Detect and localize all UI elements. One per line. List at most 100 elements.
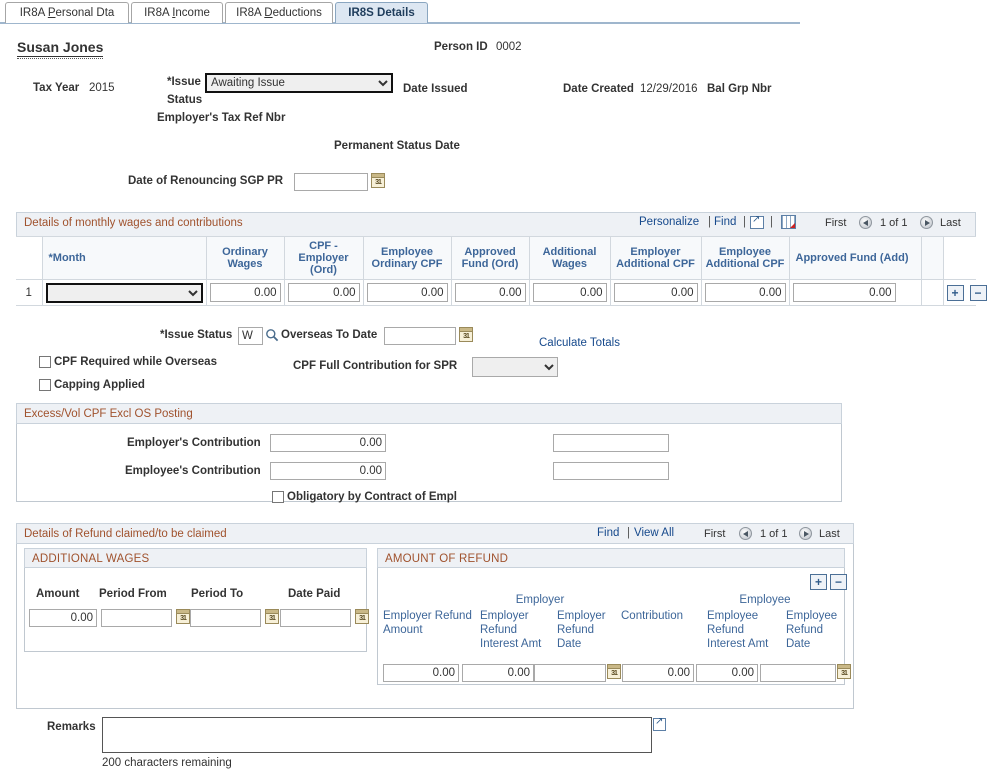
amount-of-refund-caption: AMOUNT OF REFUND <box>377 548 845 568</box>
tab-ir8a-income[interactable]: IR8A Income <box>131 2 223 23</box>
remarks-label: Remarks <box>47 721 96 733</box>
employer-refund-amount-input[interactable] <box>383 664 459 682</box>
employee-refund-date-input[interactable] <box>760 664 836 682</box>
monthly-table-header-row: *Month Ordinary Wages CPF - Employer (Or… <box>16 236 976 280</box>
grid-download-icon[interactable] <box>781 215 796 229</box>
col-ordinary-wages: Ordinary Wages <box>205 236 285 280</box>
employer-contribution-input[interactable] <box>270 434 386 452</box>
refund-prev-arrow[interactable] <box>739 527 752 540</box>
refund-view-all-link[interactable]: View All <box>634 527 674 539</box>
calendar-icon-period-from[interactable]: 31 <box>176 609 190 624</box>
employee-additional-cpf-input[interactable] <box>704 283 786 302</box>
employee-ordinary-cpf-input[interactable] <box>366 283 448 302</box>
overseas-to-date-input[interactable] <box>384 327 456 345</box>
person-name-text: Susan Jones <box>17 39 104 55</box>
employee-contribution-extra-input[interactable] <box>553 462 669 480</box>
remarks-textarea[interactable] <box>102 717 652 753</box>
issue-status-label-2: Status <box>167 94 203 106</box>
separator-1: | <box>708 216 711 228</box>
refund-section-caption: Details of Refund claimed/to be claimed <box>16 523 854 544</box>
tab-ir8a-personal-dta[interactable]: IR8A Personal Dta <box>5 2 129 23</box>
grid-last-label[interactable]: Last <box>940 217 961 229</box>
find-link[interactable]: Find <box>714 216 736 228</box>
refund-first-label[interactable]: First <box>704 528 725 540</box>
employer-contribution-extra-input[interactable] <box>553 434 669 452</box>
refund-find-link[interactable]: Find <box>597 527 619 539</box>
grid-first-label[interactable]: First <box>825 217 846 229</box>
person-name-link[interactable]: Susan Jones <box>17 39 104 59</box>
refund-last-label[interactable]: Last <box>819 528 840 540</box>
month-select[interactable] <box>45 282 203 303</box>
calculate-totals-link[interactable]: Calculate Totals <box>539 337 620 349</box>
cpf-required-overseas-label: CPF Required while Overseas <box>54 356 217 368</box>
calendar-icon-period-to[interactable]: 31 <box>265 609 279 624</box>
calendar-icon-date-paid[interactable]: 31 <box>355 609 369 624</box>
refund-page-indicator: 1 of 1 <box>760 528 788 540</box>
aw-period-from-input[interactable] <box>101 609 172 627</box>
aw-period-to-input[interactable] <box>190 609 261 627</box>
cpf-employer-ord-input[interactable] <box>287 283 360 302</box>
tab-ir8a-deductions[interactable]: IR8A Deductions <box>225 2 333 23</box>
expand-icon[interactable] <box>750 214 764 229</box>
calendar-icon-date-renouncing[interactable]: 31 <box>371 173 385 188</box>
refund-col-employee-refund-interest-amt: Employee Refund Interest Amt <box>707 610 769 650</box>
col-spacer <box>920 236 944 280</box>
aw-date-paid-input[interactable] <box>280 609 351 627</box>
refund-group-employee: Employee <box>739 594 791 606</box>
employer-refund-date-input[interactable] <box>534 664 606 682</box>
personalize-link[interactable]: Personalize <box>639 216 699 228</box>
cell-approved-fund-ord <box>450 279 530 306</box>
cell-employer-additional-cpf <box>609 279 702 306</box>
employee-contribution-input[interactable] <box>270 462 386 480</box>
col-employee-additional-cpf: Employee Additional CPF <box>700 236 790 280</box>
monthly-wages-table: *Month Ordinary Wages CPF - Employer (Or… <box>16 236 987 306</box>
cell-approved-fund-add <box>788 279 922 306</box>
ir8s-details-page: IR8A Personal Dta IR8A Income IR8A Deduc… <box>0 0 987 778</box>
issue-status-code-input[interactable] <box>238 327 263 345</box>
tab-bar: IR8A Personal Dta IR8A Income IR8A Deduc… <box>0 0 987 24</box>
grid-page-indicator: 1 of 1 <box>880 217 908 229</box>
approved-fund-add-input[interactable] <box>792 283 896 302</box>
person-id-label: Person ID <box>434 41 488 53</box>
separator-2: | <box>743 216 746 228</box>
magnifier-icon[interactable] <box>265 328 279 342</box>
add-row-button[interactable]: + <box>946 284 964 301</box>
additional-wages-input[interactable] <box>532 283 607 302</box>
refund-next-arrow[interactable] <box>799 527 812 540</box>
capping-applied-checkbox[interactable] <box>39 379 51 391</box>
grid-prev-arrow[interactable] <box>859 216 872 229</box>
employer-contribution-label: Employer's Contribution <box>127 437 261 449</box>
tab-ir8s-details[interactable]: IR8S Details <box>335 2 428 23</box>
calendar-icon-overseas-to-date[interactable]: 31 <box>459 327 473 342</box>
refund-delete-row-button[interactable]: − <box>830 574 847 590</box>
obligatory-contract-checkbox[interactable] <box>272 491 284 503</box>
employer-refund-interest-amt-input[interactable] <box>462 664 534 682</box>
refund-col-employer-refund-amount: Employer Refund Amount <box>383 610 472 636</box>
remarks-expand-icon[interactable] <box>653 716 666 731</box>
overseas-to-date-label: Overseas To Date <box>281 329 378 341</box>
approved-fund-ord-input[interactable] <box>454 283 526 302</box>
tab-label: IR8S Details <box>348 7 415 19</box>
col-approved-fund-ord: Approved Fund (Ord) <box>450 236 530 280</box>
grid-next-arrow[interactable] <box>920 216 933 229</box>
aw-amount-input[interactable] <box>29 609 97 627</box>
refund-add-row-button[interactable]: + <box>810 574 827 590</box>
employee-refund-interest-amt-input[interactable] <box>696 664 758 682</box>
remarks-counter: 200 characters remaining <box>102 757 232 769</box>
col-additional-wages: Additional Wages <box>528 236 611 280</box>
calendar-icon-employee-refund-date[interactable]: 31 <box>837 664 851 679</box>
calendar-icon-employer-refund-date[interactable]: 31 <box>607 664 621 679</box>
date-created-value: 12/29/2016 <box>640 83 698 95</box>
delete-row-button[interactable]: − <box>969 284 987 301</box>
date-renouncing-input[interactable] <box>294 173 368 191</box>
issue-status-select[interactable]: Awaiting Issue <box>205 73 393 93</box>
cpf-full-contribution-select[interactable] <box>472 357 558 377</box>
tax-year-value: 2015 <box>89 82 115 94</box>
obligatory-contract-label: Obligatory by Contract of Empl <box>287 491 457 503</box>
employers-tax-ref-label: Employer's Tax Ref Nbr <box>157 112 286 124</box>
employer-additional-cpf-input[interactable] <box>613 283 698 302</box>
contribution-input[interactable] <box>622 664 694 682</box>
ordinary-wages-input[interactable] <box>209 283 281 302</box>
issue-status-label: *Issue <box>167 76 201 88</box>
cpf-required-overseas-checkbox[interactable] <box>39 356 51 368</box>
